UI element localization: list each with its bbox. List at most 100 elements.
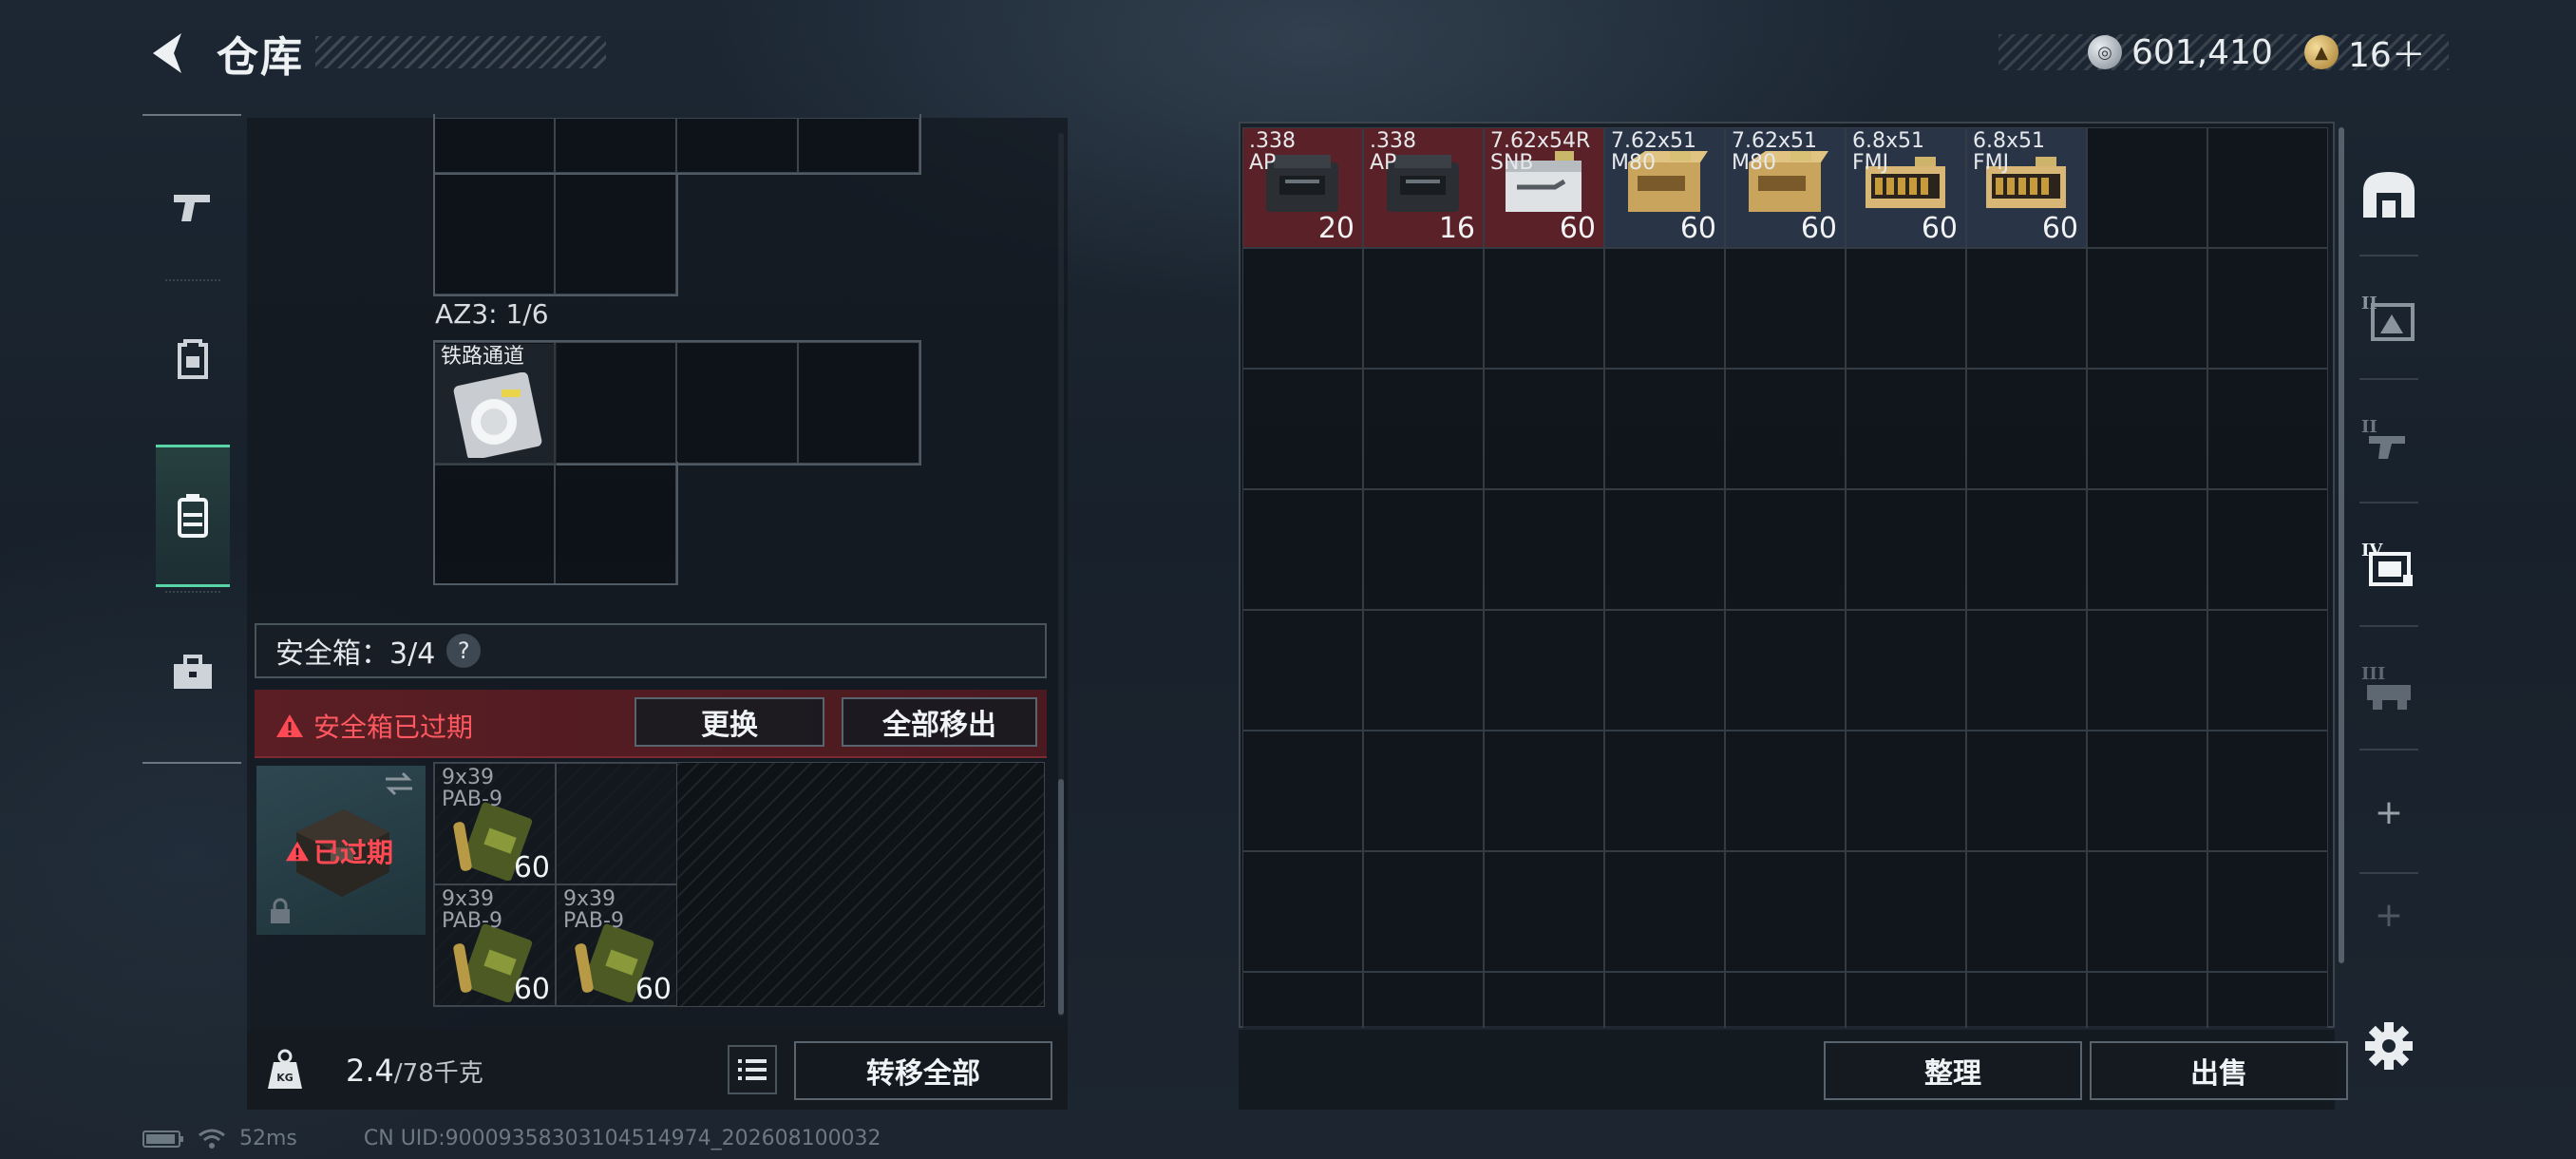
storage-cell[interactable] xyxy=(2087,489,2207,610)
storage-cell[interactable] xyxy=(2087,369,2207,489)
grid-cell[interactable] xyxy=(556,763,677,884)
storage-item[interactable]: .338 AP 16 xyxy=(1364,128,1483,247)
storage-cell[interactable] xyxy=(1604,972,1725,1028)
storage-cell[interactable] xyxy=(2087,248,2207,369)
storage-cell[interactable] xyxy=(1846,369,1966,489)
storage-cell[interactable] xyxy=(1242,489,1363,610)
storage-cell[interactable] xyxy=(1966,489,2087,610)
storage-cell[interactable] xyxy=(1484,972,1604,1028)
tab-backpack[interactable] xyxy=(156,279,230,429)
storage-cell[interactable] xyxy=(2207,489,2328,610)
transfer-all-button[interactable]: 转移全部 xyxy=(794,1041,1052,1100)
storage-cell[interactable] xyxy=(1484,731,1604,851)
storage-cell[interactable] xyxy=(2207,610,2328,731)
storage-cell[interactable] xyxy=(2087,127,2207,248)
storage-cell[interactable] xyxy=(1604,731,1725,851)
storage-cell[interactable] xyxy=(1484,248,1604,369)
storage-cell[interactable] xyxy=(1604,489,1725,610)
storage-cell[interactable] xyxy=(1846,851,1966,972)
storage-cell[interactable] xyxy=(1846,972,1966,1028)
storage-scrollbar[interactable] xyxy=(2339,127,2344,963)
storage-cell[interactable] xyxy=(1242,972,1363,1028)
grid-cell[interactable] xyxy=(555,464,676,585)
storage-cell[interactable] xyxy=(2087,731,2207,851)
storage-cell[interactable] xyxy=(1725,489,1846,610)
storage-item[interactable]: 7.62x51 M80 60 xyxy=(1726,128,1845,247)
storage-cell[interactable] xyxy=(2207,972,2328,1028)
storage-cell[interactable] xyxy=(2087,972,2207,1028)
sell-button[interactable]: 出售 xyxy=(2090,1041,2348,1100)
storage-cell[interactable] xyxy=(1242,248,1363,369)
storage-cell[interactable] xyxy=(2087,851,2207,972)
storage-item[interactable]: 6.8x51 FMJ 60 xyxy=(1967,128,2086,247)
storage-tab-iii[interactable]: III xyxy=(2346,627,2432,750)
storage-tab-ii[interactable]: II xyxy=(2346,256,2432,380)
storage-cell[interactable] xyxy=(1966,610,2087,731)
storage-cell[interactable] xyxy=(1484,489,1604,610)
storage-cell[interactable] xyxy=(1725,369,1846,489)
storage-cell[interactable] xyxy=(1604,851,1725,972)
swap-icon[interactable] xyxy=(382,770,416,798)
storage-cell[interactable] xyxy=(1966,369,2087,489)
storage-item[interactable]: 7.62x54R SNB 60 xyxy=(1485,128,1603,247)
grid-cell[interactable] xyxy=(555,118,676,173)
storage-cell[interactable] xyxy=(1363,731,1484,851)
help-button[interactable]: ? xyxy=(446,634,482,668)
sort-button[interactable]: 整理 xyxy=(1824,1041,2082,1100)
move-all-out-button[interactable]: 全部移出 xyxy=(842,697,1037,747)
storage-cell[interactable] xyxy=(1484,369,1604,489)
storage-cell[interactable] xyxy=(1725,610,1846,731)
tab-safe-case[interactable] xyxy=(156,445,230,587)
safebox-item[interactable]: 9x39 PAB-9 60 xyxy=(558,886,679,1008)
storage-tab-main[interactable] xyxy=(2346,133,2432,256)
grid-cell[interactable] xyxy=(555,173,676,294)
storage-cell[interactable] xyxy=(1846,489,1966,610)
storage-cell[interactable] xyxy=(1725,248,1846,369)
storage-cell[interactable] xyxy=(1966,248,2087,369)
storage-cell[interactable] xyxy=(2087,610,2207,731)
item-railway-key[interactable]: 铁路通道 xyxy=(435,344,557,466)
storage-cell[interactable] xyxy=(1966,731,2087,851)
grid-cell[interactable] xyxy=(798,342,919,464)
panel-scroll-thumb[interactable] xyxy=(1058,779,1064,1015)
storage-cell[interactable] xyxy=(1363,610,1484,731)
settings-gear-icon[interactable] xyxy=(2363,1020,2415,1072)
list-view-button[interactable] xyxy=(728,1045,777,1094)
storage-cell[interactable] xyxy=(2207,851,2328,972)
storage-cell[interactable] xyxy=(2207,731,2328,851)
storage-cell[interactable] xyxy=(1725,851,1846,972)
safebox-item[interactable]: 9x39 PAB-9 60 xyxy=(436,886,558,1008)
storage-item[interactable]: 6.8x51 FMJ 60 xyxy=(1847,128,1965,247)
safebox-item[interactable]: 9x39 PAB-9 60 xyxy=(436,765,558,886)
replace-button[interactable]: 更换 xyxy=(635,697,824,747)
grid-cell[interactable] xyxy=(433,118,555,173)
storage-cell[interactable] xyxy=(1363,972,1484,1028)
storage-tab-add[interactable]: + xyxy=(2346,750,2432,874)
grid-cell[interactable] xyxy=(798,118,919,173)
storage-cell[interactable] xyxy=(1846,731,1966,851)
grid-cell[interactable] xyxy=(433,173,555,294)
storage-cell[interactable] xyxy=(1242,369,1363,489)
storage-cell[interactable] xyxy=(1363,851,1484,972)
storage-cell[interactable] xyxy=(1363,489,1484,610)
storage-cell[interactable] xyxy=(2207,248,2328,369)
storage-cell[interactable] xyxy=(1484,610,1604,731)
storage-cell[interactable] xyxy=(1604,369,1725,489)
storage-item[interactable]: 7.62x51 M80 60 xyxy=(1605,128,1724,247)
grid-cell[interactable] xyxy=(676,342,798,464)
grid-cell[interactable] xyxy=(433,464,555,585)
storage-tab-ii-b[interactable]: II xyxy=(2346,380,2432,504)
grid-cell[interactable] xyxy=(555,342,676,464)
storage-cell[interactable] xyxy=(1604,610,1725,731)
storage-cell[interactable] xyxy=(2207,127,2328,248)
storage-cell[interactable] xyxy=(2207,369,2328,489)
storage-cell[interactable] xyxy=(1484,851,1604,972)
storage-item[interactable]: .338 AP 20 xyxy=(1243,128,1362,247)
tab-weapons[interactable] xyxy=(156,135,230,277)
storage-cell[interactable] xyxy=(1725,972,1846,1028)
storage-cell[interactable] xyxy=(1363,369,1484,489)
storage-cell[interactable] xyxy=(1966,851,2087,972)
grid-cell[interactable] xyxy=(676,118,798,173)
storage-cell[interactable] xyxy=(1846,248,1966,369)
tab-toolbox[interactable] xyxy=(156,591,230,743)
